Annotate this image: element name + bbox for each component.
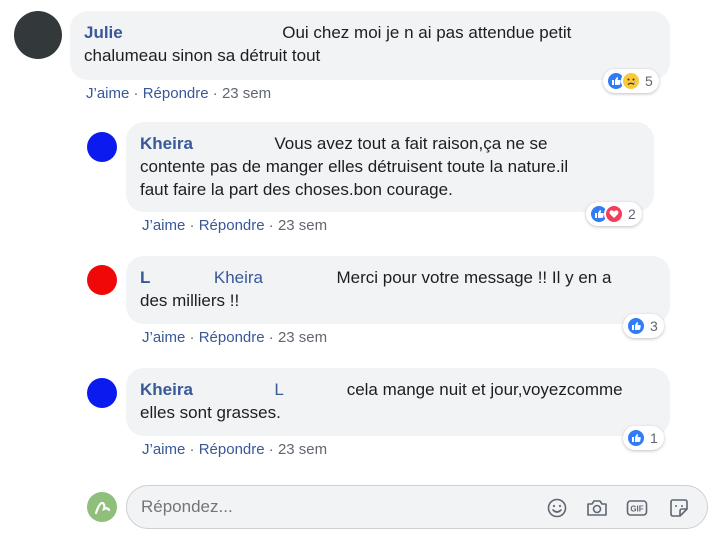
comment-timestamp[interactable]: 23 sem — [278, 329, 327, 346]
comment-actions: J’aime · Répondre · 23 sem — [86, 85, 271, 102]
comment-line-1: Julie Oui chez moi je n ai pas attendue … — [84, 21, 656, 44]
avatar[interactable] — [14, 11, 62, 59]
comment-bubble: Julie Oui chez moi je n ai pas attendue … — [70, 11, 670, 80]
sticker-icon[interactable] — [667, 496, 691, 520]
comment-line-1: Kheira L cela mange nuit et jour,voyezco… — [140, 378, 656, 401]
user-avatar-icon — [94, 501, 111, 515]
separator: · — [268, 441, 274, 458]
reaction-summary[interactable]: 2 — [586, 202, 642, 226]
reaction-count: 2 — [628, 206, 636, 222]
separator: · — [212, 85, 218, 102]
reaction-summary[interactable]: 3 — [623, 314, 664, 338]
reply-link[interactable]: Répondre — [143, 85, 209, 102]
mention-link[interactable]: L — [274, 380, 283, 399]
reaction-count: 5 — [645, 73, 653, 89]
love-reaction-icon — [604, 204, 624, 224]
reaction-count: 3 — [650, 318, 658, 334]
avatar[interactable] — [87, 132, 117, 162]
comment-timestamp[interactable]: 23 sem — [278, 441, 327, 458]
comment-text: cela mange nuit et jour,voyezcomme — [346, 380, 623, 399]
gif-icon[interactable]: GIF — [625, 496, 649, 520]
svg-text:GIF: GIF — [630, 505, 643, 514]
comment-actions: J’aime · Répondre · 23 sem — [142, 441, 327, 458]
separator: · — [189, 329, 195, 346]
reply-link[interactable]: Répondre — [199, 217, 265, 234]
reaction-count: 1 — [650, 430, 658, 446]
avatar[interactable] — [87, 378, 117, 408]
like-link[interactable]: J’aime — [86, 85, 129, 102]
reply-composer[interactable]: GIF — [126, 485, 708, 529]
like-reaction-icon — [626, 316, 646, 336]
comment-text: Oui chez moi je n ai pas attendue petit — [282, 23, 572, 42]
comment-text: faut faire la part des choses.bon courag… — [140, 180, 453, 199]
comment-bubble: Kheira Vous avez tout a fait raison,ça n… — [126, 122, 654, 212]
comment-author[interactable]: Kheira — [140, 134, 193, 153]
current-user-avatar[interactable] — [87, 492, 117, 522]
avatar[interactable] — [87, 265, 117, 295]
reply-link[interactable]: Répondre — [199, 441, 265, 458]
sad-reaction-icon — [621, 71, 641, 91]
like-link[interactable]: J’aime — [142, 329, 185, 346]
reaction-summary[interactable]: 1 — [623, 426, 664, 450]
reply-link[interactable]: Répondre — [199, 329, 265, 346]
separator: · — [189, 217, 195, 234]
separator: · — [268, 217, 274, 234]
comment-text: des milliers !! — [140, 291, 240, 310]
like-link[interactable]: J’aime — [142, 441, 185, 458]
comment-author[interactable]: L — [140, 268, 150, 287]
like-link[interactable]: J’aime — [142, 217, 185, 234]
like-reaction-icon — [626, 428, 646, 448]
mention-link[interactable]: Kheira — [214, 268, 263, 287]
comment-bubble: L Kheira Merci pour votre message !! Il … — [126, 256, 670, 324]
comment-author[interactable]: Kheira — [140, 380, 193, 399]
comment-text: contente pas de manger elles détruisent … — [140, 157, 569, 176]
reply-input[interactable] — [141, 497, 521, 517]
separator: · — [268, 329, 274, 346]
comment-actions: J’aime · Répondre · 23 sem — [142, 329, 327, 346]
reaction-summary[interactable]: 5 — [603, 69, 659, 93]
comment-text: Merci pour votre message !! Il y en a — [336, 268, 612, 287]
emoji-icon[interactable] — [545, 496, 569, 520]
comment-timestamp[interactable]: 23 sem — [222, 85, 271, 102]
comment-timestamp[interactable]: 23 sem — [278, 217, 327, 234]
comment-bubble: Kheira L cela mange nuit et jour,voyezco… — [126, 368, 670, 436]
comment-text: elles sont grasses. — [140, 403, 281, 422]
camera-icon[interactable] — [585, 496, 609, 520]
separator: · — [189, 441, 195, 458]
comment-line-1: L Kheira Merci pour votre message !! Il … — [140, 266, 656, 289]
comment-text: Vous avez tout a fait raison,ça ne se — [274, 134, 548, 153]
comment-actions: J’aime · Répondre · 23 sem — [142, 217, 327, 234]
comment-text: chalumeau sinon sa détruit tout — [84, 46, 321, 65]
comment-line-1: Kheira Vous avez tout a fait raison,ça n… — [140, 132, 640, 155]
separator: · — [133, 85, 139, 102]
comment-author[interactable]: Julie — [84, 23, 123, 42]
